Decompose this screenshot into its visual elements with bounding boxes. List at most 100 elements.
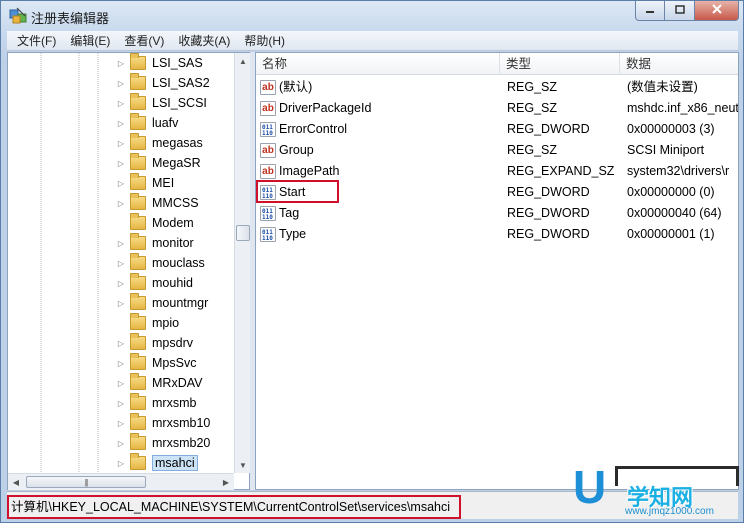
expand-arrow-icon[interactable]: ▷ [116, 178, 126, 188]
tree-item[interactable]: ▷ mouhid [116, 273, 193, 293]
scroll-thumb[interactable] [236, 225, 250, 241]
tree-item[interactable]: ▷ MRxDAV [116, 373, 202, 393]
tree-item[interactable]: ▷ MEI [116, 173, 174, 193]
tree-item-label: MegaSR [152, 156, 201, 170]
values-list-pane[interactable]: 名称 类型 数据 ab (默认) REG_SZ (数值未设置) ab DriverPack… [255, 52, 739, 490]
tree-vertical-scrollbar[interactable]: ▲ ▼ [234, 53, 250, 473]
tree-item[interactable]: ▷ LSI_SAS2 [116, 73, 210, 93]
svg-text:110: 110 [262, 130, 273, 136]
value-type: REG_DWORD [507, 185, 590, 199]
folder-icon [130, 113, 146, 130]
value-type: REG_DWORD [507, 122, 590, 136]
title-bar[interactable]: 注册表编辑器 [1, 1, 743, 31]
expand-arrow-icon[interactable]: ▷ [116, 278, 126, 288]
expand-arrow-icon[interactable]: ▷ [116, 118, 126, 128]
tree-item-label: mrxsmb [152, 396, 197, 410]
maximize-icon [674, 4, 685, 17]
expand-arrow-icon[interactable]: ▷ [116, 198, 126, 208]
horizontal-scroll-thumb[interactable]: ||| [26, 476, 146, 488]
folder-icon [130, 193, 146, 210]
expand-arrow-icon[interactable]: ▷ [116, 138, 126, 148]
folder-icon [130, 53, 146, 70]
expand-arrow-icon[interactable]: ▷ [116, 298, 126, 308]
tree-item[interactable]: ▷ megasas [116, 133, 203, 153]
menu-help[interactable]: 帮助(H) [238, 32, 291, 49]
tree-item-label: LSI_SAS2 [152, 76, 210, 90]
folder-icon [130, 353, 146, 370]
tree-item[interactable]: ▷ mpsdrv [116, 333, 193, 353]
scroll-left-arrow-icon[interactable]: ◀ [8, 474, 24, 490]
tree-item[interactable]: ▷ mrxsmb [116, 393, 196, 413]
tree-item-label: monitor [152, 236, 194, 250]
tree-item[interactable]: ▷ mrxsmb20 [116, 433, 210, 453]
expand-arrow-icon[interactable]: ▷ [116, 458, 126, 468]
folder-icon [130, 453, 146, 470]
tree-item[interactable]: mpio [116, 313, 179, 333]
tree-item-label: megasas [152, 136, 203, 150]
tree-item[interactable]: ▷ MegaSR [116, 153, 201, 173]
expand-arrow-icon[interactable]: ▷ [116, 78, 126, 88]
scroll-up-arrow-icon[interactable]: ▲ [235, 53, 251, 69]
value-row[interactable]: 011 110 Type REG_DWORD 0x00000001 (1) [256, 224, 738, 245]
expand-arrow-icon[interactable]: ▷ [116, 258, 126, 268]
expand-arrow-icon[interactable]: ▷ [116, 58, 126, 68]
value-row[interactable]: 011 110 ErrorControl REG_DWORD 0x00000003 (3… [256, 119, 738, 140]
column-header-name[interactable]: 名称 [256, 53, 500, 75]
value-row[interactable]: ab Group REG_SZ SCSI Miniport [256, 140, 738, 161]
scroll-down-arrow-icon[interactable]: ▼ [235, 457, 251, 473]
tree-horizontal-scrollbar[interactable]: ◀ ||| ▶ [8, 473, 234, 490]
value-row[interactable]: ab ImagePath REG_EXPAND_SZ system32\drivers… [256, 161, 738, 182]
menu-file[interactable]: 文件(F) [11, 32, 62, 49]
menu-view[interactable]: 查看(V) [118, 32, 170, 49]
expand-arrow-icon[interactable]: ▷ [116, 98, 126, 108]
value-data: (数值未设置) [627, 80, 698, 94]
menu-favorites[interactable]: 收藏夹(A) [172, 32, 236, 49]
expand-arrow-icon[interactable]: ▷ [116, 398, 126, 408]
column-header-data[interactable]: 数据 [620, 53, 738, 75]
no-expand-spacer [116, 218, 126, 228]
value-data: 0x00000040 (64) [627, 206, 722, 220]
close-button[interactable] [695, 1, 739, 21]
menu-edit[interactable]: 编辑(E) [64, 32, 116, 49]
tree-item[interactable]: ▷ MpsSvc [116, 353, 196, 373]
minimize-button[interactable] [635, 1, 665, 21]
maximize-button[interactable] [665, 1, 695, 21]
value-row[interactable]: 011 110 Tag REG_DWORD 0x00000040 (64) [256, 203, 738, 224]
expand-arrow-icon[interactable]: ▷ [116, 158, 126, 168]
tree-item[interactable]: ▷ mountmgr [116, 293, 208, 313]
expand-arrow-icon[interactable]: ▷ [116, 378, 126, 388]
expand-arrow-icon[interactable]: ▷ [116, 438, 126, 448]
expand-arrow-icon[interactable]: ▷ [116, 238, 126, 248]
tree-item-label: mpio [152, 316, 180, 330]
expand-arrow-icon[interactable]: ▷ [116, 418, 126, 428]
expand-arrow-icon[interactable]: ▷ [116, 338, 126, 348]
tree-item-label: mpsdrv [152, 336, 193, 350]
tree-item[interactable]: ▷ LSI_SAS [116, 53, 203, 73]
tree-item-label: MpsSvc [152, 356, 197, 370]
tree-item[interactable]: Modem [116, 213, 194, 233]
folder-icon [130, 233, 146, 250]
value-type: REG_SZ [507, 80, 558, 94]
window-title: 注册表编辑器 [31, 11, 110, 26]
value-name: DriverPackageId [279, 101, 372, 115]
scroll-right-arrow-icon[interactable]: ▶ [218, 474, 234, 490]
tree-item[interactable]: ▷ msahci [116, 453, 198, 473]
value-row[interactable]: ab DriverPackageId REG_SZ mshdc.inf_x86_neu… [256, 98, 738, 119]
key-tree-pane[interactable]: ▷ LSI_SAS ▷ LSI_SAS2 ▷ LSI_SCSI ▷ luafv ▷ megasas… [7, 52, 250, 490]
tree-item[interactable]: ▷ LSI_SCSI [116, 93, 207, 113]
expand-arrow-icon[interactable]: ▷ [116, 358, 126, 368]
folder-icon [130, 393, 146, 410]
tree-item-label: MMCSS [152, 196, 199, 210]
tree-item[interactable]: ▷ mouclass [116, 253, 205, 273]
tree-item[interactable]: ▷ MMCSS [116, 193, 199, 213]
tree-item[interactable]: ▷ luafv [116, 113, 178, 133]
folder-icon [130, 433, 146, 450]
tree-item-label: luafv [152, 116, 179, 130]
string-value-icon: ab [260, 164, 276, 179]
tree-item[interactable]: ▷ monitor [116, 233, 194, 253]
tree-item[interactable]: ▷ mrxsmb10 [116, 413, 210, 433]
value-row[interactable]: ab (默认) REG_SZ (数值未设置) [256, 77, 738, 98]
column-header-type[interactable]: 类型 [500, 53, 620, 75]
string-value-icon: ab [260, 80, 276, 95]
binary-value-icon: 011 110 [260, 227, 276, 242]
